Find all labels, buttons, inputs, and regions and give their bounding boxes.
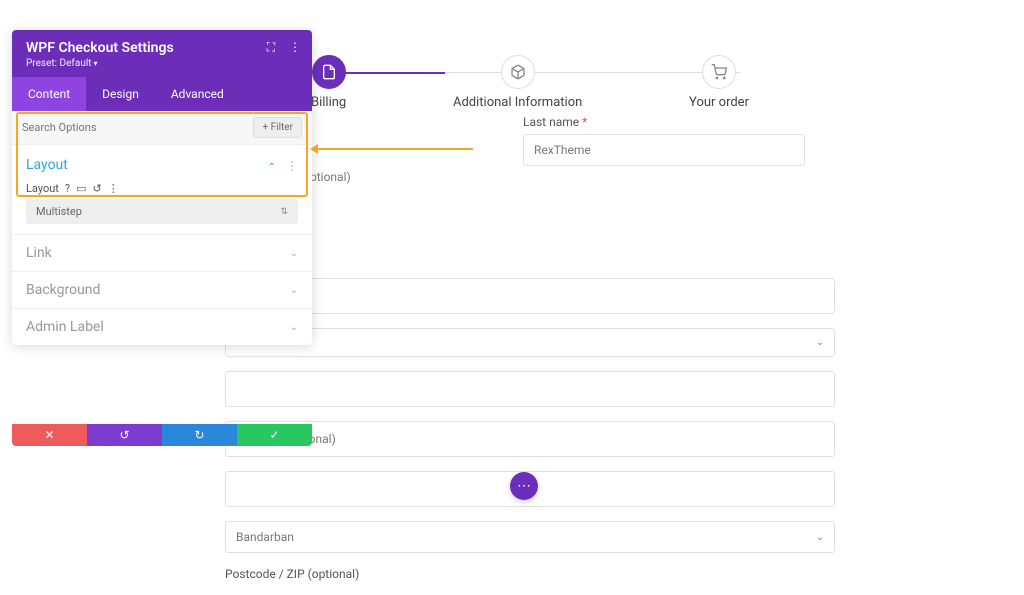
chevron-down-icon: ⌄	[816, 337, 824, 348]
panel-tabs: Content Design Advanced	[12, 77, 312, 111]
section-link: Link ⌄	[12, 235, 312, 272]
step-billing[interactable]: Billing	[305, 55, 352, 110]
step-order[interactable]: Your order	[683, 55, 755, 110]
checkout-preview: Billing Additional Information Your orde…	[225, 55, 835, 595]
section-admin-label-header[interactable]: Admin Label ⌄	[26, 319, 298, 335]
input-1[interactable]	[225, 278, 835, 314]
required-mark: *	[582, 115, 587, 129]
field-row-2: ⌄	[225, 328, 835, 357]
fab-button[interactable]: ⋯	[510, 472, 538, 500]
postcode-label: Postcode / ZIP (optional)	[225, 567, 835, 581]
section-layout-body: Layout ? ▭ ↺ ⋮ Multistep ⇅	[26, 182, 298, 224]
layout-select[interactable]: Multistep ⇅	[26, 199, 298, 224]
field-row-1	[225, 278, 835, 314]
kebab-icon[interactable]: ⋮	[108, 182, 119, 195]
field-district: Bandarban ⌄	[225, 521, 835, 553]
panel-preset[interactable]: Preset: Default	[26, 58, 298, 69]
redo-button[interactable]: ↻	[162, 424, 237, 446]
search-row: + Filter	[12, 111, 312, 145]
section-link-header[interactable]: Link ⌄	[26, 245, 298, 261]
cancel-button[interactable]: ✕	[12, 424, 87, 446]
chevron-down-icon: ⌄	[290, 285, 298, 296]
section-layout: Layout ⌃ ⋮ Layout ? ▭ ↺ ⋮ Multistep ⇅	[12, 145, 312, 235]
section-background-header[interactable]: Background ⌄	[26, 282, 298, 298]
save-button[interactable]: ✓	[237, 424, 312, 446]
search-input[interactable]	[22, 121, 253, 134]
select-1[interactable]: ⌄	[225, 328, 835, 357]
step-order-label: Your order	[689, 95, 749, 110]
section-more-icon[interactable]: ⋮	[286, 159, 298, 173]
panel-header-actions: ⛶ ⋮	[264, 40, 302, 54]
chevron-down-icon: ⌄	[290, 248, 298, 259]
panel-footer: ✕ ↺ ↻ ✓	[12, 424, 312, 446]
section-background: Background ⌄	[12, 272, 312, 309]
chevron-up-icon: ⌃	[268, 162, 276, 173]
field-postcode: Postcode / ZIP (optional)	[225, 567, 835, 581]
updown-icon: ⇅	[280, 207, 288, 217]
layout-select-value: Multistep	[36, 205, 82, 218]
package-icon	[501, 55, 535, 89]
section-layout-title: Layout	[26, 157, 68, 173]
tab-content[interactable]: Content	[12, 77, 86, 111]
section-admin-label: Admin Label ⌄	[12, 309, 312, 345]
company-hint: ptional)	[310, 170, 351, 184]
address-input[interactable]	[225, 421, 835, 457]
help-icon[interactable]: ?	[65, 182, 70, 195]
tab-advanced[interactable]: Advanced	[155, 77, 240, 111]
district-select[interactable]: Bandarban ⌄	[225, 521, 835, 553]
arrow-annotation	[313, 148, 473, 150]
step-additional-label: Additional Information	[453, 95, 582, 110]
section-background-title: Background	[26, 282, 100, 298]
input-2[interactable]	[225, 371, 835, 407]
chevron-down-icon: ⌄	[816, 532, 824, 543]
expand-icon[interactable]: ⛶	[264, 40, 278, 54]
layout-field-label: Layout	[26, 182, 59, 195]
last-name-input[interactable]	[523, 134, 805, 166]
layout-field-label-row: Layout ? ▭ ↺ ⋮	[26, 182, 298, 195]
more-icon[interactable]: ⋮	[288, 40, 302, 54]
settings-panel: WPF Checkout Settings Preset: Default ⛶ …	[12, 30, 312, 345]
last-name-field: Last name *	[523, 115, 805, 166]
cart-icon	[702, 55, 736, 89]
filter-button[interactable]: + Filter	[253, 117, 302, 138]
reset-icon[interactable]: ↺	[93, 182, 102, 195]
panel-header: WPF Checkout Settings Preset: Default ⛶ …	[12, 30, 312, 77]
last-name-label: Last name *	[523, 115, 805, 129]
device-icon[interactable]: ▭	[76, 182, 86, 195]
step-additional[interactable]: Additional Information	[447, 55, 588, 110]
section-admin-label-title: Admin Label	[26, 319, 104, 335]
section-link-title: Link	[26, 245, 52, 261]
panel-title: WPF Checkout Settings	[26, 40, 298, 56]
tab-design[interactable]: Design	[86, 77, 155, 111]
chevron-down-icon: ⌄	[290, 322, 298, 333]
step-billing-label: Billing	[311, 95, 346, 110]
field-row-4	[225, 421, 835, 457]
section-layout-header[interactable]: Layout ⌃ ⋮	[26, 155, 298, 174]
undo-button[interactable]: ↺	[87, 424, 162, 446]
district-value: Bandarban	[236, 530, 294, 544]
billing-icon	[312, 55, 346, 89]
field-row-3	[225, 371, 835, 407]
form-area: Last name * ptional) ⌄ Bandarban ⌄	[225, 130, 835, 581]
